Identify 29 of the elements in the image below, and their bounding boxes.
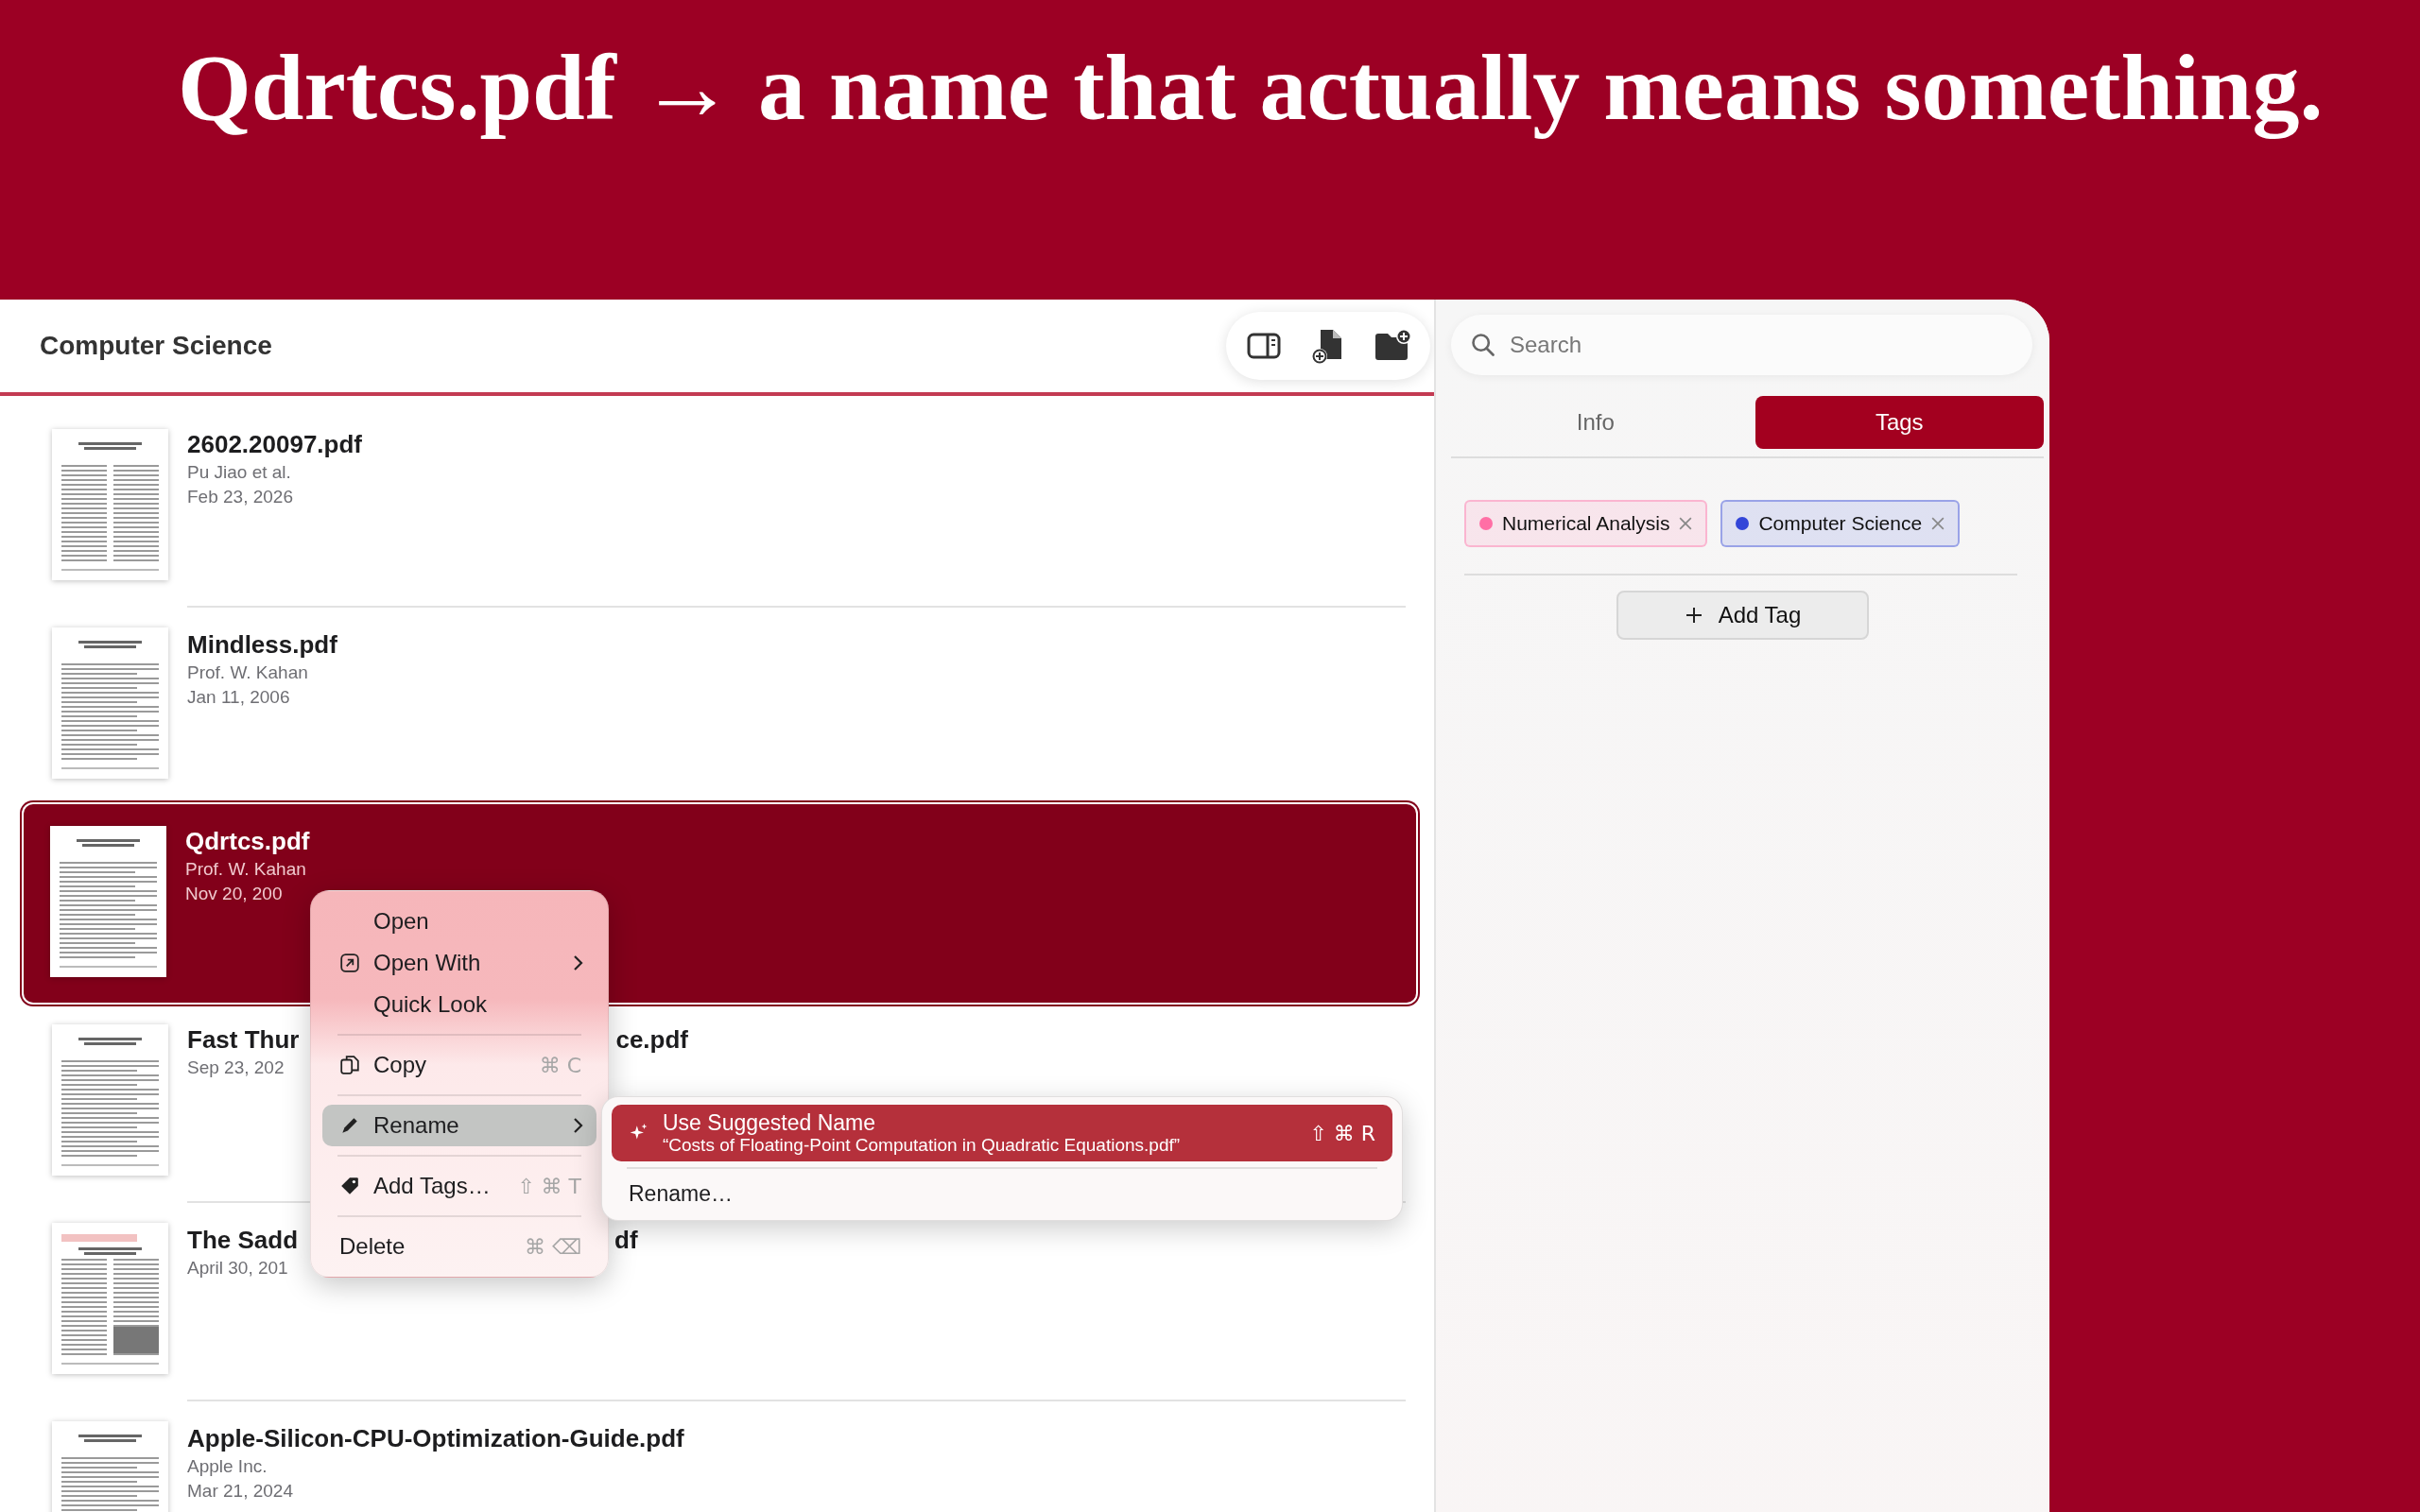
date-text: Mar 21, 2024 — [187, 1480, 293, 1503]
file-name: 2602.20097.pdf — [187, 429, 362, 460]
folder-title: Computer Science — [40, 331, 272, 361]
menu-item-label: Use Suggested Name — [663, 1110, 876, 1135]
file-name: ce.pdf — [615, 1024, 689, 1056]
file-name: Apple-Silicon-CPU-Optimization-Guide.pdf — [187, 1423, 684, 1454]
date-text: Sep 23, 202 — [187, 1057, 285, 1079]
date-text: Jan 11, 2006 — [187, 686, 290, 709]
shortcut-text: ⇧ ⌘ R — [1309, 1121, 1375, 1145]
author-text: Pu Jiao et al. — [187, 461, 291, 484]
file-name: Qdrtcs.pdf — [185, 826, 310, 857]
file-name: Mindless.pdf — [187, 629, 337, 661]
tag-label: Computer Science — [1758, 512, 1923, 535]
suggested-name-text: “Costs of Floating-Point Computation in Quadratic Equations.pdf” — [663, 1135, 1182, 1156]
menu-item-label: Rename… — [629, 1181, 734, 1206]
author-text: Prof. W. Kahan — [185, 858, 306, 881]
tag-label: Numerical Analysis — [1502, 512, 1670, 535]
shortcut-text: ⇧ ⌘ T — [517, 1174, 581, 1198]
file-name: The Sadd — [187, 1225, 298, 1256]
headline: Qdrtcs.pdf → a name that actually means something. — [178, 36, 2325, 140]
date-text: April 30, 201 — [187, 1257, 288, 1280]
file-name: df — [614, 1225, 638, 1256]
author-text: Apple Inc. — [187, 1455, 268, 1478]
author-text: Prof. W. Kahan — [187, 662, 308, 684]
shortcut-text: ⌘ C — [539, 1053, 581, 1077]
date-text: Nov 20, 200 — [185, 883, 283, 905]
file-name: Fast Thur — [187, 1024, 300, 1056]
shortcut-text: ⌘ ⌫ — [524, 1234, 581, 1259]
date-text: Feb 23, 2026 — [187, 486, 293, 508]
